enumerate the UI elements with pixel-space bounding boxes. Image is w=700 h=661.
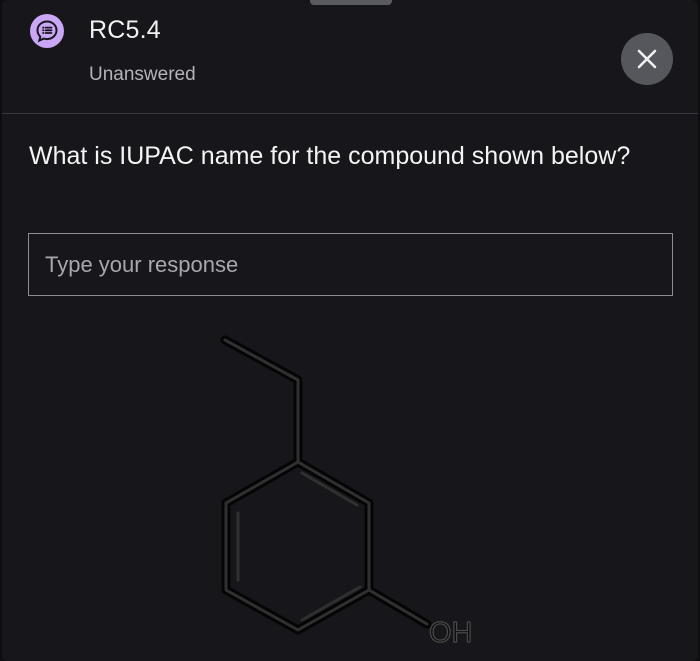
question-text: What is IUPAC name for the compound show… <box>29 142 631 170</box>
question-card: RC5.4 Unanswered What is IUPAC name for … <box>2 0 698 661</box>
question-header: RC5.4 Unanswered <box>2 0 698 114</box>
compound-structure: OH <box>220 335 473 650</box>
close-button[interactable] <box>621 33 673 85</box>
question-title: RC5.4 <box>89 16 161 44</box>
response-input[interactable] <box>28 233 673 296</box>
hydroxyl-label: OH <box>429 617 473 649</box>
close-icon <box>637 49 657 69</box>
chat-list-icon <box>30 14 64 48</box>
answer-status: Unanswered <box>89 64 196 85</box>
